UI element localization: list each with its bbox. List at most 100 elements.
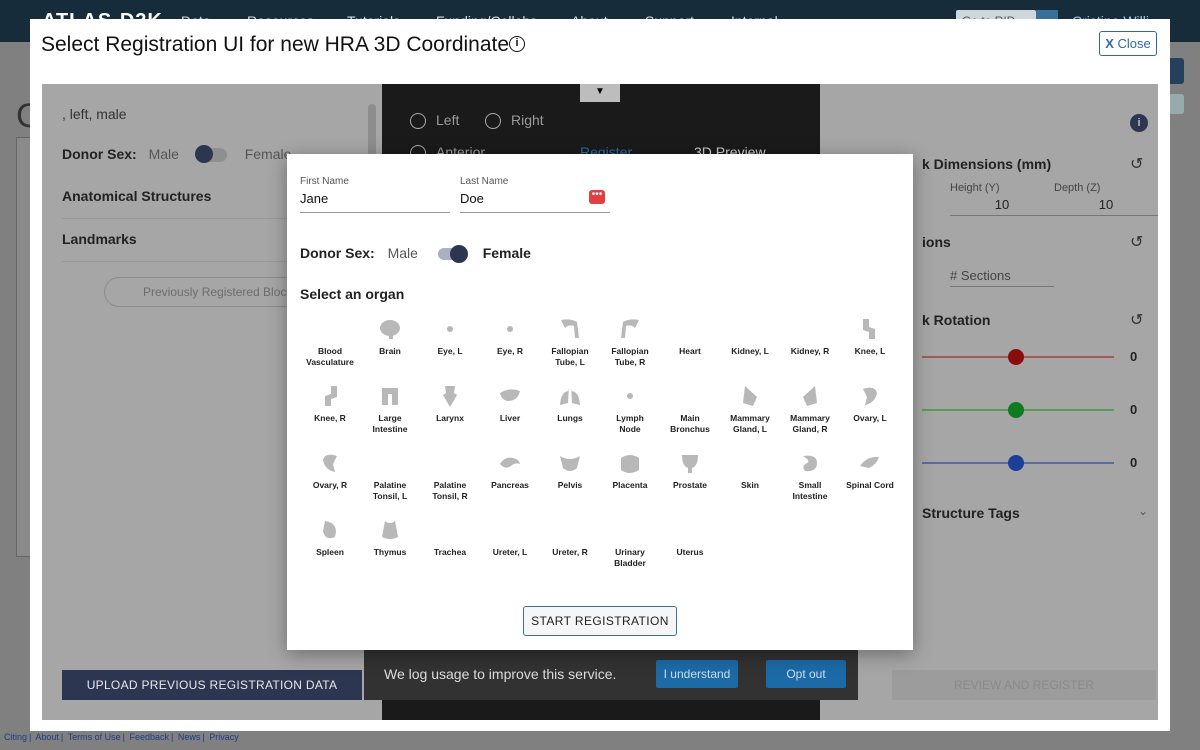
organ-main-bronchus[interactable]: Main Bronchus — [660, 383, 720, 434]
organ-label-line: Spinal Cord — [846, 480, 894, 490]
organ-label: Prostate — [660, 480, 720, 491]
organ-label: Thymus — [360, 547, 420, 558]
organ-lymph-node[interactable]: Lymph Node — [600, 383, 660, 434]
organ-knee-l[interactable]: Knee, L — [840, 316, 900, 357]
reset-dimensions-icon[interactable]: ↺ — [1130, 154, 1143, 174]
last-name-input[interactable]: Doe — [460, 191, 610, 213]
organ-label-line: Gland, R — [792, 423, 828, 434]
organ-palatine-tonsil-r[interactable]: Palatine Tonsil, R — [420, 450, 480, 501]
organ-label: Mammary Gland, L — [720, 413, 780, 434]
slider-knob[interactable] — [1008, 349, 1024, 365]
first-name-input[interactable]: Jane — [300, 191, 450, 213]
donor-sex-toggle[interactable] — [194, 145, 227, 164]
review-register-button[interactable]: REVIEW AND REGISTER — [892, 670, 1156, 700]
footer-link-news[interactable]: News — [178, 732, 201, 742]
organ-placenta[interactable]: Placenta — [600, 450, 660, 491]
slider-knob[interactable] — [1008, 455, 1024, 471]
organ-large-intestine[interactable]: Large Intestine — [360, 383, 420, 434]
organ-label-line: Eye, R — [497, 346, 523, 356]
organ-eye-r[interactable]: Eye, R — [480, 316, 540, 357]
organ-spinal-cord[interactable]: Spinal Cord — [840, 450, 900, 491]
organ-ovary-l[interactable]: Ovary, L — [840, 383, 900, 424]
organ-label-line: Mammary — [730, 413, 770, 423]
organ-knee-r[interactable]: Knee, R — [300, 383, 360, 424]
height-input[interactable]: 10 — [950, 197, 1054, 216]
organ-kidney-r[interactable]: Kidney, R — [780, 316, 840, 357]
chevron-down-icon[interactable]: ⌄ — [1138, 504, 1148, 518]
info-icon[interactable]: i — [509, 36, 526, 52]
footer-link-citing[interactable]: Citing — [4, 732, 27, 742]
organ-brain[interactable]: Brain — [360, 316, 420, 357]
donor-sex-toggle[interactable] — [437, 245, 468, 264]
brain-icon — [380, 320, 400, 339]
depth-input[interactable]: 10 — [1054, 197, 1158, 216]
footer-link-about[interactable]: About — [35, 732, 59, 742]
footer-links: Citing | About | Terms of Use | Feedback | N… — [0, 728, 1200, 750]
organ-ureter-l[interactable]: Ureter, L — [480, 517, 540, 558]
organ-label-line: Blood — [317, 346, 343, 356]
organ-pelvis[interactable]: Pelvis — [540, 450, 600, 491]
organ-pancreas[interactable]: Pancreas — [480, 450, 540, 491]
pancreas-icon — [500, 457, 520, 468]
footer-link-privacy[interactable]: Privacy — [209, 732, 239, 742]
organ-trachea[interactable]: Trachea — [420, 517, 480, 558]
footer-link-terms[interactable]: Terms of Use — [68, 732, 121, 742]
organ-prostate[interactable]: Prostate — [660, 450, 720, 491]
organ-mammary-gland-l[interactable]: Mammary Gland, L — [720, 383, 780, 434]
close-button[interactable]: X Close — [1099, 31, 1157, 56]
organ-blood-vasculature[interactable]: Blood Vasculature — [300, 316, 360, 367]
radio-anterior[interactable]: Anterior — [410, 144, 485, 154]
heart-icon — [677, 316, 703, 342]
radio-right[interactable]: Right — [485, 112, 544, 130]
organ-urinary-bladder[interactable]: Urinary Bladder — [600, 517, 660, 568]
organ-label: Spleen — [300, 547, 360, 558]
placenta-icon — [621, 455, 639, 473]
info-icon[interactable]: i — [1130, 114, 1148, 132]
organ-label-line: Palatine — [433, 480, 467, 490]
start-registration-button[interactable]: START REGISTRATION — [523, 606, 677, 636]
organ-thymus[interactable]: Thymus — [360, 517, 420, 558]
organ-heart[interactable]: Heart — [660, 316, 720, 357]
rotation-z-slider[interactable] — [922, 455, 1114, 471]
rotation-y-slider[interactable] — [922, 402, 1114, 418]
organ-palatine-tonsil-l[interactable]: Palatine Tonsil, L — [360, 450, 420, 501]
organ-fallopian-tube-l[interactable]: Fallopian Tube, L — [540, 316, 600, 367]
organ-label-line: Ovary, L — [853, 413, 887, 423]
previously-registered-button[interactable]: Previously Registered Blocks — [104, 277, 304, 307]
footer-link-feedback[interactable]: Feedback — [129, 732, 169, 742]
register-toggle-label[interactable]: Register — [580, 144, 632, 154]
rotation-x-slider[interactable] — [922, 349, 1114, 365]
organ-ovary-r[interactable]: Ovary, R — [300, 450, 360, 491]
collapse-toggle[interactable]: ▼ — [580, 84, 620, 102]
organ-small-intestine[interactable]: Small Intestine — [780, 450, 840, 501]
organ-skin[interactable]: Skin — [720, 450, 780, 491]
organ-lungs[interactable]: Lungs — [540, 383, 600, 424]
preview-toggle-label[interactable]: 3D Preview — [694, 144, 766, 154]
radio-left[interactable]: Left — [410, 112, 459, 130]
organ-uterus[interactable]: Uterus — [660, 517, 720, 558]
opt-out-button[interactable]: Opt out — [766, 660, 846, 688]
organ-liver[interactable]: Liver — [480, 383, 540, 424]
organ-mammary-gland-r[interactable]: Mammary Gland, R — [780, 383, 840, 434]
understand-button[interactable]: I understand — [656, 660, 738, 688]
upload-registration-button[interactable]: UPLOAD PREVIOUS REGISTRATION DATA — [62, 670, 362, 700]
palatine-tonsil-l-icon — [377, 450, 403, 476]
organ-ureter-r[interactable]: Ureter, R — [540, 517, 600, 558]
num-sections-input[interactable]: # Sections — [950, 268, 1054, 287]
ureter-r-icon — [557, 517, 583, 543]
blood-vasculature-icon — [317, 316, 343, 342]
structure-tags-heading[interactable]: Structure Tags — [922, 505, 1020, 521]
organ-eye-l[interactable]: Eye, L — [420, 316, 480, 357]
organ-label: Lungs — [540, 413, 600, 424]
password-manager-icon[interactable]: ••• — [589, 190, 605, 204]
organ-larynx[interactable]: Larynx — [420, 383, 480, 424]
reset-sections-icon[interactable]: ↺ — [1130, 232, 1143, 252]
organ-kidney-l[interactable]: Kidney, L — [720, 316, 780, 357]
organ-label-line: Trachea — [433, 547, 467, 557]
lungs-icon — [560, 386, 580, 405]
slider-knob[interactable] — [1008, 402, 1024, 418]
organ-label-line: Placenta — [612, 480, 648, 490]
organ-spleen[interactable]: Spleen — [300, 517, 360, 558]
organ-fallopian-tube-r[interactable]: Fallopian Tube, R — [600, 316, 660, 367]
reset-rotation-icon[interactable]: ↺ — [1130, 310, 1143, 330]
